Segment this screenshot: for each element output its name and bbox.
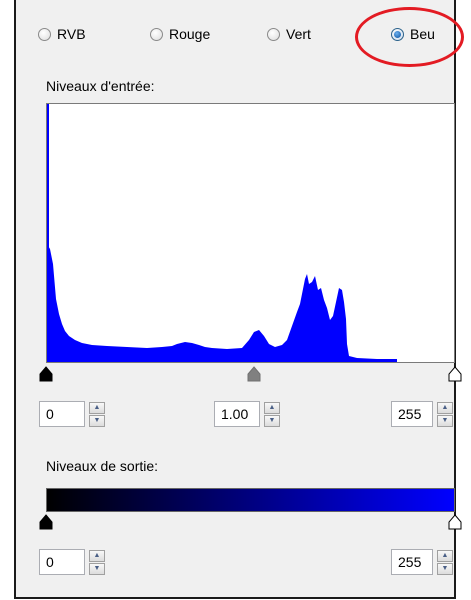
radio-label: Rouge — [169, 26, 211, 42]
radio-label: RVB — [57, 26, 86, 42]
spin-up-icon[interactable]: ▲ — [89, 549, 105, 562]
output-levels-title: Niveaux de sortie: — [46, 458, 159, 474]
histogram-tail — [347, 359, 397, 362]
radio-rvb[interactable]: RVB — [38, 24, 86, 44]
input-levels-title: Niveaux d'entrée: — [46, 78, 155, 94]
input-gamma-field[interactable]: 1.00 — [214, 401, 260, 427]
output-black-point-handle[interactable] — [39, 514, 53, 530]
input-white-point-handle[interactable] — [448, 366, 462, 382]
radio-circle-icon — [150, 27, 163, 41]
histogram-graph — [47, 104, 397, 362]
output-black-field[interactable]: 0 — [39, 549, 85, 575]
input-black-spinner[interactable]: 0 ▲ ▼ — [39, 400, 105, 428]
radio-rouge[interactable]: Rouge — [150, 24, 210, 44]
output-black-spinner[interactable]: 0 ▲ ▼ — [39, 548, 105, 576]
radio-circle-icon — [38, 27, 51, 41]
spin-down-icon[interactable]: ▼ — [89, 414, 105, 427]
input-black-point-handle[interactable] — [39, 366, 53, 382]
input-white-spinner[interactable]: 255 ▲ ▼ — [391, 400, 453, 428]
output-gradient-bar — [46, 488, 455, 512]
input-gamma-spinner[interactable]: 1.00 ▲ ▼ — [214, 400, 280, 428]
spin-down-icon[interactable]: ▼ — [437, 562, 453, 575]
radio-vert[interactable]: Vert — [267, 24, 311, 44]
radio-label: Vert — [286, 26, 311, 42]
input-black-field[interactable]: 0 — [39, 401, 85, 427]
spin-down-icon[interactable]: ▼ — [264, 414, 280, 427]
output-white-field[interactable]: 255 — [391, 549, 433, 575]
levels-panel: RVB Rouge Vert Beu Niveaux d'entrée: 0 ▲… — [14, 0, 462, 599]
spin-up-icon[interactable]: ▲ — [264, 401, 280, 414]
histogram-shape — [47, 244, 393, 362]
input-histogram — [46, 103, 455, 363]
spin-up-icon[interactable]: ▲ — [437, 549, 453, 562]
spin-up-icon[interactable]: ▲ — [89, 401, 105, 414]
radio-circle-icon — [267, 27, 280, 41]
input-gamma-handle[interactable] — [247, 366, 261, 382]
spin-up-icon[interactable]: ▲ — [437, 401, 453, 414]
output-white-spinner[interactable]: 255 ▲ ▼ — [391, 548, 453, 576]
input-white-field[interactable]: 255 — [391, 401, 433, 427]
spin-down-icon[interactable]: ▼ — [437, 414, 453, 427]
annotation-ellipse — [355, 7, 464, 67]
output-white-point-handle[interactable] — [448, 514, 462, 530]
spin-down-icon[interactable]: ▼ — [89, 562, 105, 575]
